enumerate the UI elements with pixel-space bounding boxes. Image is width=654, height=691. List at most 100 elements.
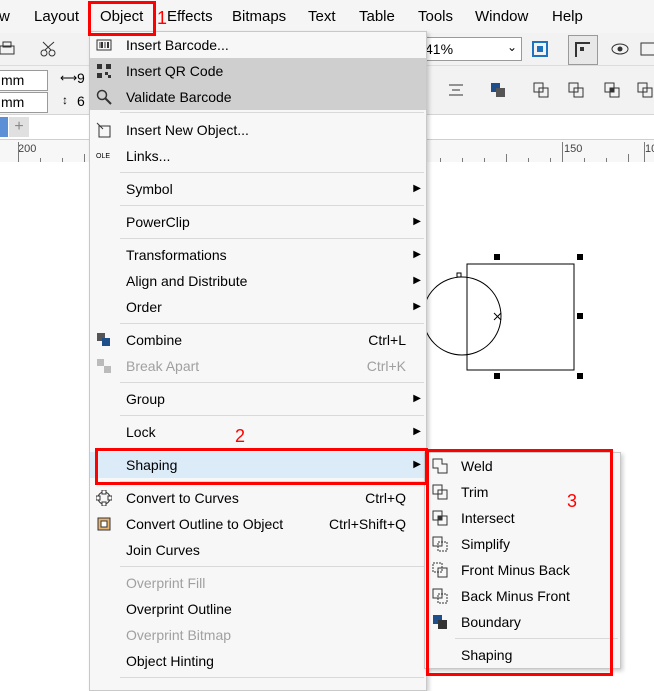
menu-item-label: Transformations — [126, 247, 227, 263]
menu-item-powerclip[interactable]: PowerClip ▶ — [90, 209, 426, 235]
x-unit-label: mm — [1, 72, 25, 88]
rectangle-shape — [466, 263, 575, 371]
new-object-icon — [96, 122, 111, 138]
zoom-select[interactable]: 41% ⌄ — [422, 37, 522, 61]
ruler-label: 150 — [564, 143, 583, 155]
menu-item-label: Overprint Outline — [126, 601, 232, 617]
ruler-label: 200 — [18, 143, 37, 155]
y-unit-label: mm — [1, 94, 25, 110]
menu-item-label: Convert to Curves — [126, 490, 239, 506]
selection-handle — [577, 254, 583, 260]
weld-toolbar-icon[interactable] — [532, 81, 550, 99]
menu-item-shortcut: Ctrl+K — [366, 358, 406, 374]
print-icon[interactable] — [0, 40, 18, 58]
snap-icon — [575, 42, 590, 57]
height-value[interactable]: 6 — [77, 93, 85, 109]
menu-item-label: Symbol — [126, 181, 173, 197]
menu-item-label: Overprint Bitmap — [126, 627, 232, 643]
menu-view[interactable]: w — [0, 8, 10, 25]
menu-item-transformations[interactable]: Transformations ▶ — [90, 242, 426, 268]
snap-button[interactable] — [568, 35, 598, 65]
submenu-arrow-icon: ▶ — [413, 249, 421, 260]
menu-item-convert-outline-to-object[interactable]: Convert Outline to Object Ctrl+Shift+Q — [90, 511, 426, 537]
menu-item-combine[interactable]: Combine Ctrl+L — [90, 327, 426, 353]
submenu-arrow-icon: ▶ — [413, 183, 421, 194]
validate-icon — [96, 89, 112, 105]
trim-toolbar-icon[interactable] — [567, 81, 585, 99]
menu-item-shortcut: Ctrl+L — [368, 332, 406, 348]
menu-item-overprint-outline[interactable]: Overprint Outline — [90, 596, 426, 622]
submenu-arrow-icon: ▶ — [413, 301, 421, 312]
menu-item-join-curves[interactable]: Join Curves — [90, 537, 426, 563]
menu-item-links[interactable]: OLE Links... — [90, 143, 426, 169]
menu-help[interactable]: Help — [552, 8, 583, 25]
submenu-arrow-icon: ▶ — [413, 426, 421, 437]
break-apart-icon — [97, 359, 111, 373]
menu-item-insert-qr-code[interactable]: Insert QR Code — [90, 58, 426, 84]
width-value[interactable]: 9 — [77, 70, 85, 86]
barcode-icon — [96, 39, 112, 51]
selection-handle — [494, 373, 500, 379]
intersect-toolbar-icon[interactable] — [603, 81, 621, 99]
scissors-icon[interactable] — [40, 40, 58, 58]
menu-item-shortcut: Ctrl+Q — [365, 490, 406, 506]
menu-item-validate-barcode[interactable]: Validate Barcode — [90, 84, 426, 110]
object-menu: Insert Barcode... Insert QR Code Validat… — [89, 31, 427, 691]
menu-item-convert-to-curves[interactable]: Convert to Curves Ctrl+Q — [90, 485, 426, 511]
menu-item-label: Join Curves — [126, 542, 200, 558]
circle-shape — [422, 276, 502, 356]
ole-icon: OLE — [96, 153, 111, 160]
menu-item-align-distribute[interactable]: Align and Distribute ▶ — [90, 268, 426, 294]
annotation-box-shaping — [95, 448, 428, 485]
add-tab-icon[interactable]: + — [9, 117, 29, 137]
eye-icon[interactable] — [611, 40, 629, 58]
selection-handle — [494, 254, 500, 260]
zoom-value: 41% — [425, 41, 454, 57]
menu-effects[interactable]: Effects — [167, 8, 213, 25]
menu-item-label: Validate Barcode — [126, 89, 232, 105]
y-unit-field[interactable]: mm — [0, 92, 48, 113]
submenu-arrow-icon: ▶ — [413, 216, 421, 227]
menu-table[interactable]: Table — [359, 8, 395, 25]
width-icon: ⟷ — [60, 71, 78, 85]
menu-item-symbol[interactable]: Symbol ▶ — [90, 176, 426, 202]
combine-icon — [97, 333, 110, 346]
document-tab[interactable] — [0, 117, 8, 137]
menu-item-label: Lock — [126, 424, 156, 440]
menu-item-insert-new-object[interactable]: Insert New Object... — [90, 117, 426, 143]
menu-item-label: Convert Outline to Object — [126, 516, 284, 532]
zoom-fit-icon[interactable] — [531, 40, 549, 58]
to-front-icon[interactable] — [489, 81, 507, 99]
annotation-number-1: 1 — [157, 8, 168, 28]
options-icon[interactable] — [640, 40, 654, 58]
menu-item-order[interactable]: Order ▶ — [90, 294, 426, 320]
menu-window[interactable]: Window — [475, 8, 528, 25]
menu-item-label: PowerClip — [126, 214, 190, 230]
annotation-number-3: 3 — [567, 491, 578, 511]
menu-item-label: Break Apart — [126, 358, 200, 374]
qr-code-icon — [97, 64, 111, 78]
annotation-box-object — [88, 1, 156, 36]
align-icon[interactable] — [447, 81, 465, 99]
menu-item-label: Overprint Fill — [126, 575, 206, 591]
menu-item-label: Align and Distribute — [126, 273, 248, 289]
menu-item-object-hinting[interactable]: Object Hinting — [90, 648, 426, 674]
menu-item-break-apart: Break Apart Ctrl+K — [90, 353, 426, 379]
annotation-number-2: 2 — [235, 426, 246, 446]
menu-text[interactable]: Text — [308, 8, 336, 25]
height-icon: ↕ — [62, 93, 68, 107]
menu-item-lock[interactable]: Lock ▶ — [90, 419, 426, 445]
simplify-toolbar-icon[interactable] — [636, 81, 654, 99]
outline-object-icon — [97, 517, 111, 531]
menu-layout[interactable]: Layout — [34, 8, 79, 25]
menu-bitmaps[interactable]: Bitmaps — [232, 8, 286, 25]
annotation-box-submenu — [426, 449, 613, 676]
menu-item-label: Group — [126, 391, 165, 407]
x-unit-field[interactable]: mm — [0, 70, 48, 91]
menu-item-overprint-fill: Overprint Fill — [90, 570, 426, 596]
menu-item-shortcut: Ctrl+Shift+Q — [328, 516, 406, 532]
menu-tools[interactable]: Tools — [418, 8, 453, 25]
menu-item-label: Insert QR Code — [126, 63, 224, 79]
menu-item-label: Combine — [126, 332, 183, 348]
menu-item-group[interactable]: Group ▶ — [90, 386, 426, 412]
